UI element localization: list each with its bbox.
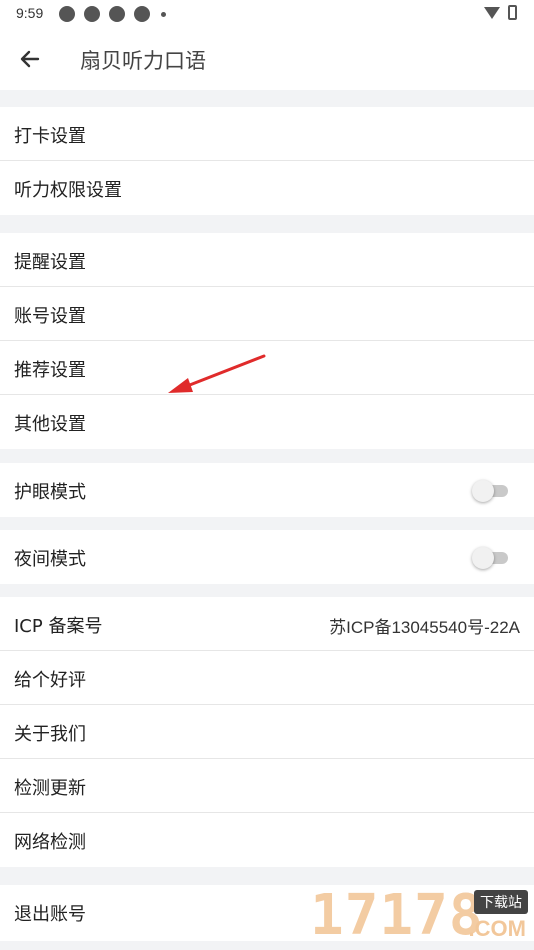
watermark-suffix: .COM bbox=[468, 916, 526, 941]
settings-item-label: 听力权限设置 bbox=[14, 180, 122, 201]
watermark-logo: 17178 下载站 .COM bbox=[310, 884, 532, 948]
settings-item-label: 打卡设置 bbox=[14, 126, 86, 147]
app-bar: 扇贝听力口语 bbox=[0, 28, 534, 90]
settings-item-label: 给个好评 bbox=[14, 670, 86, 691]
settings-item-eye-mode: 护眼模式 bbox=[0, 463, 534, 517]
notification-icon bbox=[59, 6, 75, 22]
settings-item-icp[interactable]: ICP 备案号 苏ICP备13045540号-22A bbox=[0, 597, 534, 651]
page-title: 扇贝听力口语 bbox=[80, 49, 206, 73]
icp-number: 苏ICP备13045540号-22A bbox=[329, 618, 520, 637]
settings-item-night-mode: 夜间模式 bbox=[0, 530, 534, 584]
settings-item-label: 推荐设置 bbox=[14, 360, 86, 381]
settings-item-check-update[interactable]: 检测更新 bbox=[0, 759, 534, 813]
status-time: 9:59 bbox=[16, 5, 44, 21]
settings-item-label: 提醒设置 bbox=[14, 252, 86, 273]
notification-icon bbox=[109, 6, 125, 22]
eye-mode-toggle[interactable] bbox=[472, 480, 510, 502]
notification-icon bbox=[84, 6, 100, 22]
settings-item-other[interactable]: 其他设置 bbox=[0, 395, 534, 449]
settings-item-reminder[interactable]: 提醒设置 bbox=[0, 233, 534, 287]
back-arrow-icon[interactable] bbox=[16, 45, 44, 73]
watermark-tag: 下载站 bbox=[474, 890, 528, 914]
settings-item-label: 网络检测 bbox=[14, 832, 86, 853]
watermark-digits: 17178 bbox=[310, 883, 484, 948]
toggle-thumb bbox=[472, 547, 494, 569]
settings-item-listening-permission[interactable]: 听力权限设置 bbox=[0, 161, 534, 215]
toggle-thumb bbox=[472, 480, 494, 502]
settings-item-label: ICP 备案号 bbox=[14, 616, 103, 637]
logout-label: 退出账号 bbox=[14, 904, 86, 925]
settings-item-network-check[interactable]: 网络检测 bbox=[0, 813, 534, 867]
settings-item-label: 关于我们 bbox=[14, 724, 86, 745]
settings-item-account[interactable]: 账号设置 bbox=[0, 287, 534, 341]
settings-item-checkin[interactable]: 打卡设置 bbox=[0, 107, 534, 161]
wifi-icon bbox=[484, 7, 500, 19]
settings-item-label: 夜间模式 bbox=[14, 549, 86, 570]
night-mode-toggle[interactable] bbox=[472, 547, 510, 569]
settings-item-label: 账号设置 bbox=[14, 306, 86, 327]
settings-item-label: 其他设置 bbox=[14, 414, 86, 435]
settings-item-rate[interactable]: 给个好评 bbox=[0, 651, 534, 705]
battery-icon bbox=[508, 5, 517, 20]
settings-item-about[interactable]: 关于我们 bbox=[0, 705, 534, 759]
notification-icon bbox=[134, 6, 150, 22]
annotation-arrow bbox=[168, 354, 266, 393]
settings-item-label: 护眼模式 bbox=[14, 482, 86, 503]
more-notifications-icon bbox=[161, 12, 166, 17]
settings-item-label: 检测更新 bbox=[14, 778, 86, 799]
status-bar: 9:59 bbox=[0, 0, 534, 28]
